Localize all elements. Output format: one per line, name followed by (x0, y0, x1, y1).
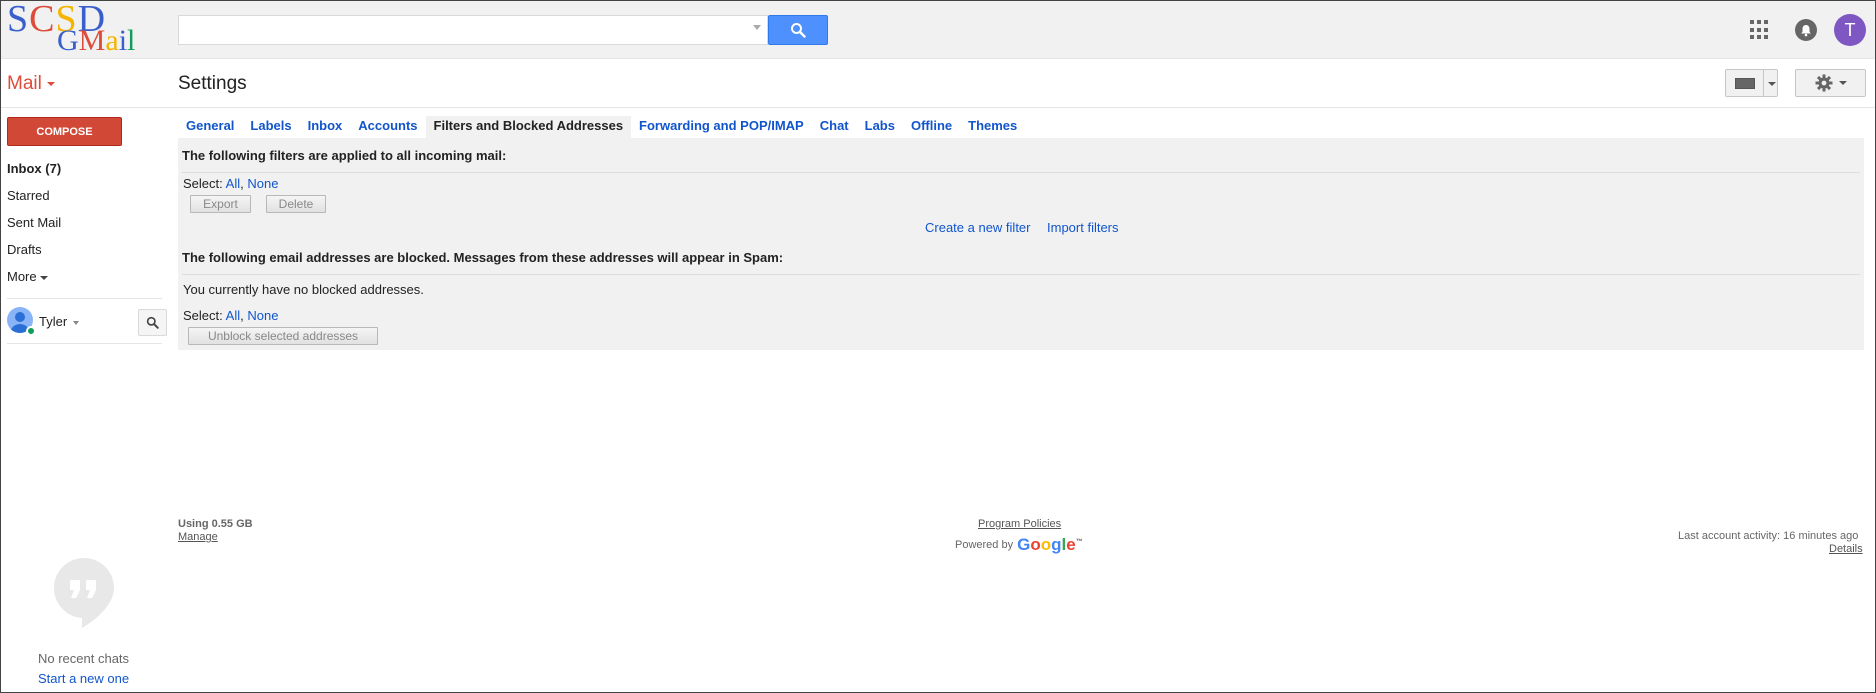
select-none-filters-link[interactable]: None (247, 176, 278, 191)
tab-offline[interactable]: Offline (903, 116, 960, 138)
online-status-dot (26, 326, 36, 336)
chevron-down-icon (73, 320, 80, 325)
keyboard-icon (1735, 78, 1755, 89)
input-tools-button[interactable] (1725, 69, 1778, 97)
chevron-down-icon[interactable] (1768, 82, 1776, 86)
select-label: Select: (183, 176, 223, 191)
sidebar-item-label: More (7, 269, 37, 284)
sidebar-item-more[interactable]: More (7, 269, 48, 284)
no-blocked-addresses-text: You currently have no blocked addresses. (183, 282, 424, 297)
search-icon (146, 316, 159, 329)
divider (1763, 70, 1764, 96)
sidebar-item-drafts[interactable]: Drafts (7, 242, 42, 257)
delete-button[interactable]: Delete (266, 195, 326, 213)
account-avatar[interactable]: T (1834, 14, 1866, 46)
search-options-chevron-icon[interactable] (753, 25, 761, 30)
tab-inbox[interactable]: Inbox (300, 116, 351, 138)
search-input[interactable] (179, 16, 739, 44)
powered-by-text: Powered by (955, 539, 1014, 551)
manage-storage-link[interactable]: Manage (178, 531, 218, 543)
filters-select-row: Select: All, None (183, 176, 279, 191)
blocked-addresses-heading: The following email addresses are blocke… (182, 250, 784, 265)
tab-labs[interactable]: Labs (857, 116, 903, 138)
gear-icon (1815, 74, 1832, 92)
select-label: Select: (183, 308, 223, 323)
google-logo: Google™ (1017, 535, 1083, 554)
tab-filters-and-blocked-addresses[interactable]: Filters and Blocked Addresses (425, 116, 632, 138)
divider (182, 274, 1860, 275)
hangouts-quote-icon (54, 558, 114, 628)
activity-details-link[interactable]: Details (1829, 543, 1863, 555)
divider (182, 172, 1860, 173)
tab-accounts[interactable]: Accounts (350, 116, 425, 138)
notifications-bell-icon[interactable] (1795, 19, 1817, 41)
tab-forwarding-pop-imap[interactable]: Forwarding and POP/IMAP (631, 116, 812, 138)
divider (7, 298, 162, 299)
divider (7, 343, 162, 344)
unblock-selected-addresses-button[interactable]: Unblock selected addresses (188, 327, 378, 345)
chevron-down-icon (46, 81, 55, 86)
storage-usage-text: Using 0.55 GB (178, 518, 253, 530)
program-policies-link[interactable]: Program Policies (978, 518, 1061, 530)
select-all-filters-link[interactable]: All (226, 176, 240, 191)
create-new-filter-link[interactable]: Create a new filter (925, 220, 1031, 235)
start-new-chat-link[interactable]: Start a new one (38, 671, 129, 686)
sidebar-item-inbox[interactable]: Inbox (7) (7, 161, 61, 176)
logo-line2: GMail (57, 24, 136, 57)
chat-status-menu[interactable]: Tyler (39, 314, 80, 329)
search-icon (791, 23, 806, 38)
last-account-activity-text: Last account activity: 16 minutes ago (1678, 530, 1859, 542)
export-button[interactable]: Export (190, 195, 251, 213)
divider (1, 107, 1875, 108)
settings-tabs: General Labels Inbox Accounts Filters an… (178, 116, 1025, 138)
scsd-gmail-logo[interactable]: SCSD GMail (7, 0, 147, 59)
select-none-blocked-link[interactable]: None (247, 308, 278, 323)
tab-labels[interactable]: Labels (242, 116, 299, 138)
page-title: Settings (178, 73, 247, 94)
chat-user-row: Tyler (7, 307, 167, 339)
mail-label: Mail (7, 73, 42, 94)
powered-by-google: Powered by Google™ (955, 535, 1083, 555)
filters-settings-panel: The following filters are applied to all… (178, 138, 1864, 350)
blocked-select-row: Select: All, None (183, 308, 279, 323)
sidebar-item-sent-mail[interactable]: Sent Mail (7, 215, 61, 230)
import-filters-link[interactable]: Import filters (1047, 220, 1119, 235)
chat-user-name: Tyler (39, 314, 68, 329)
search-box[interactable] (178, 15, 768, 45)
settings-gear-button[interactable] (1795, 69, 1866, 97)
search-button[interactable] (768, 15, 828, 45)
sidebar-item-starred[interactable]: Starred (7, 188, 50, 203)
chat-search-button[interactable] (138, 309, 167, 336)
tab-chat[interactable]: Chat (812, 116, 857, 138)
chevron-down-icon (1838, 81, 1847, 85)
filters-heading: The following filters are applied to all… (182, 148, 507, 163)
compose-button[interactable]: COMPOSE (7, 117, 122, 146)
tab-themes[interactable]: Themes (960, 116, 1025, 138)
top-bar: SCSD GMail T (1, 0, 1875, 59)
select-all-blocked-link[interactable]: All (226, 308, 240, 323)
chevron-down-icon (39, 275, 48, 280)
tab-general[interactable]: General (178, 116, 242, 138)
no-chats-text: No recent chats (38, 651, 130, 666)
apps-grid-icon[interactable] (1750, 20, 1770, 40)
mail-menu[interactable]: Mail (7, 73, 55, 95)
